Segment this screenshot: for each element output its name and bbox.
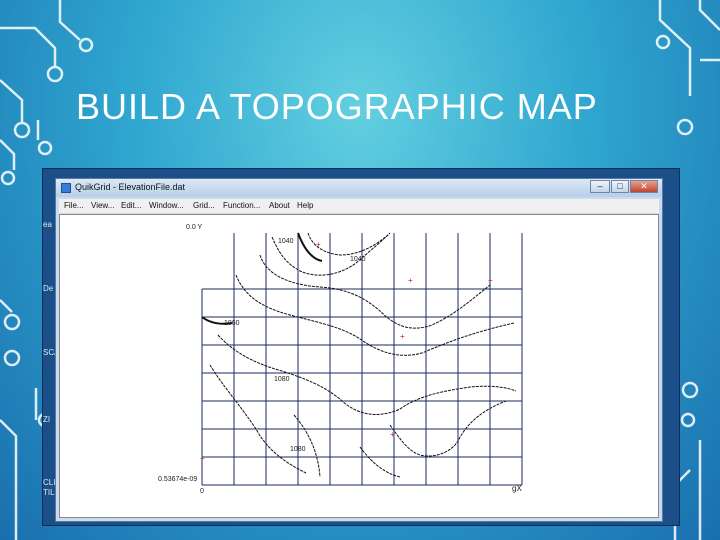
contour-label: 1080 [274, 376, 290, 383]
menu-grid[interactable]: Grid... [193, 201, 215, 210]
window-title: QuikGrid - ElevationFile.dat [75, 182, 186, 192]
menu-function[interactable]: Function... [223, 201, 260, 210]
contour-label: 1040 [278, 238, 294, 245]
menu-help[interactable]: Help [297, 201, 313, 210]
point-marker: + [200, 454, 205, 463]
origin-label: 0 [200, 488, 204, 495]
point-marker: + [400, 332, 405, 341]
minimize-button[interactable]: – [590, 180, 610, 193]
point-marker: + [488, 276, 493, 285]
slide-title: BUILD A TOPOGRAPHIC MAP [76, 86, 598, 127]
point-marker: + [316, 240, 321, 249]
quikgrid-window: QuikGrid - ElevationFile.dat – □ ✕ File.… [55, 178, 663, 522]
maximize-button[interactable]: □ [611, 180, 629, 193]
menu-file[interactable]: File... [64, 201, 84, 210]
close-button[interactable]: ✕ [630, 180, 658, 193]
desktop-side-label: ea [43, 220, 52, 229]
desktop-side-label: ZI [43, 415, 51, 424]
map-canvas[interactable]: 1040 1040 1060 1080 1080 + + + + + + 0.0… [59, 214, 659, 518]
point-marker: + [390, 430, 395, 439]
top-axis-label: 0.0 Y [186, 224, 203, 231]
desktop-side-label: CLI [43, 478, 56, 487]
menu-window[interactable]: Window... [149, 201, 184, 210]
contour-label: 1080 [290, 446, 306, 453]
contour-lines [209, 232, 517, 478]
bottom-left-value: 0.53674e-09 [158, 476, 197, 483]
menu-edit[interactable]: Edit... [121, 201, 141, 210]
window-titlebar[interactable]: QuikGrid - ElevationFile.dat – □ ✕ [56, 179, 662, 197]
x-axis-label: gX [512, 484, 522, 493]
menu-about[interactable]: About [269, 201, 290, 210]
contour-label: 1040 [350, 256, 366, 263]
desktop-side-label: TIL [43, 488, 55, 497]
desktop-side-label: De [43, 284, 54, 293]
point-marker: + [408, 276, 413, 285]
contour-label: 1060 [224, 320, 240, 327]
menu-view[interactable]: View... [91, 201, 114, 210]
contour-map: 1040 1040 1060 1080 1080 + + + + + + 0.0… [158, 224, 523, 495]
app-icon [61, 183, 71, 193]
menu-bar: File... View... Edit... Window... Grid..… [59, 199, 659, 213]
